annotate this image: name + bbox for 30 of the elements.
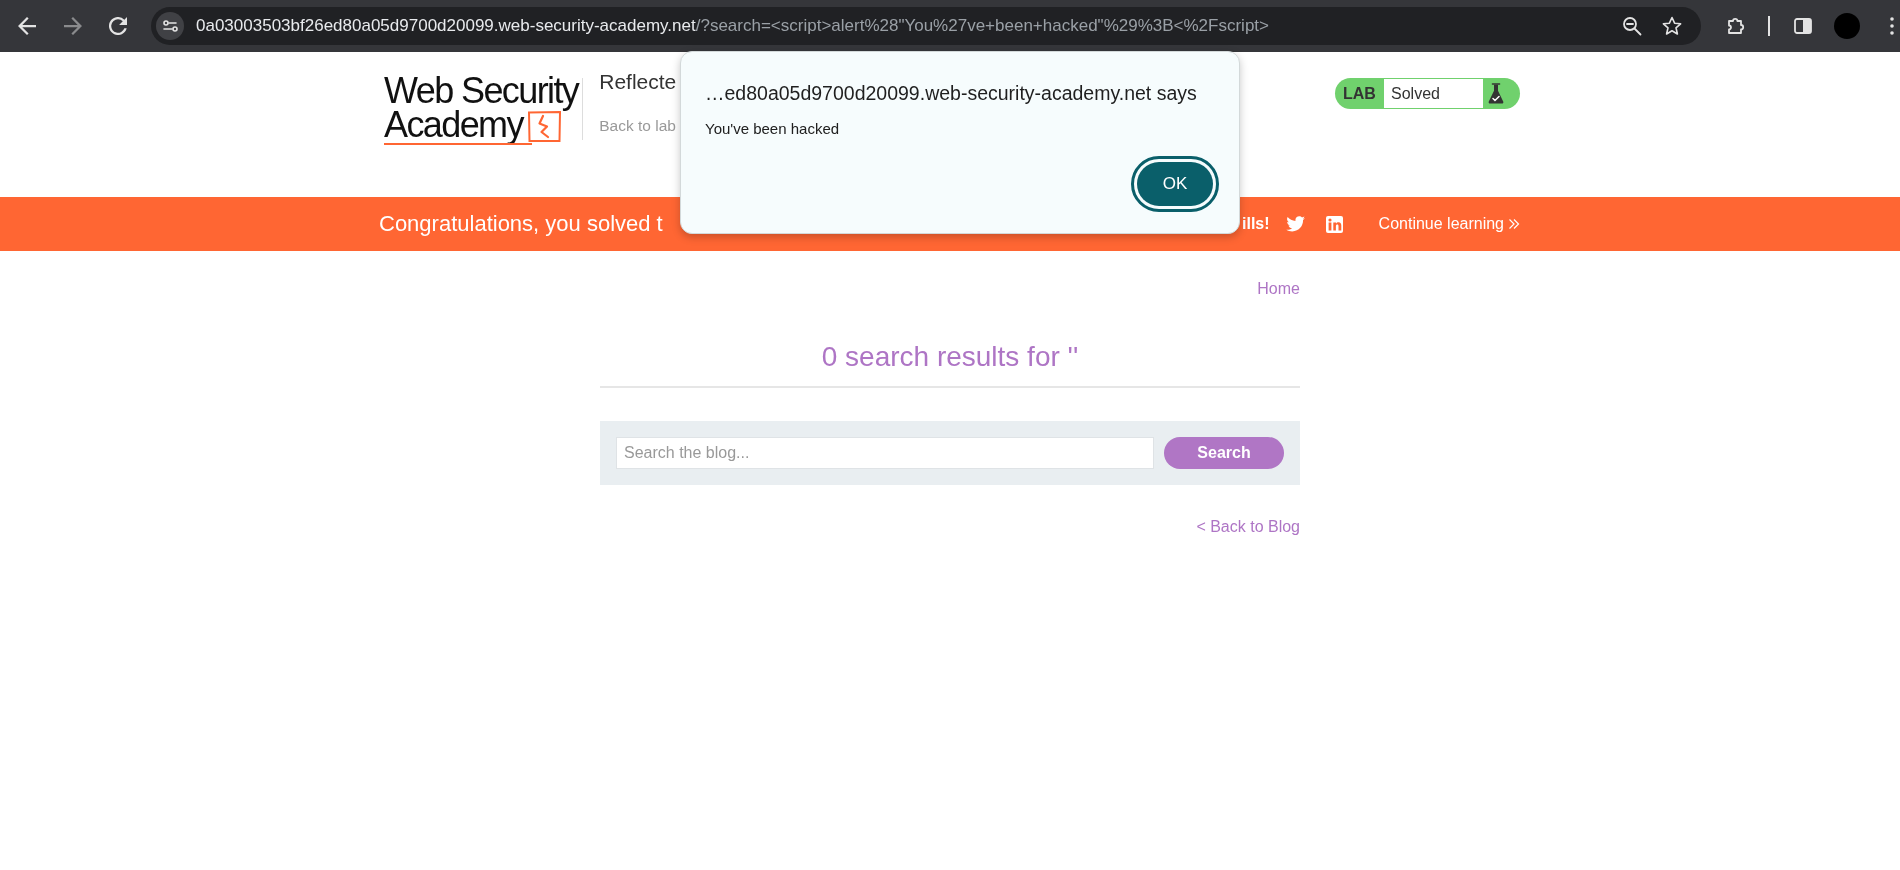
flask-icon [1488,83,1504,104]
bookmark-star-icon[interactable] [1662,16,1682,36]
extensions-icon[interactable] [1726,16,1746,36]
side-panel-icon[interactable] [1793,16,1813,36]
lightning-box-icon [527,111,561,142]
double-chevron-icon [1508,218,1520,230]
site-settings-icon[interactable] [156,12,184,40]
search-button[interactable]: Search [1164,437,1284,469]
search-results-heading: 0 search results for '' [820,340,1080,374]
reload-icon[interactable] [109,17,127,35]
lab-status-text: Solved [1384,79,1483,108]
logo-text: Academy [384,108,523,142]
address-bar[interactable]: 0a03003503bf26ed80a05d9700d20099.web-security-academy.net/?search=<script>alert%28"You%27ve+been+hacked"%29%3B<%2Fscript> [151,7,1701,45]
linkedin-icon[interactable] [1325,215,1343,233]
share-text: ills! [1242,214,1270,234]
lab-title: Reflecte [599,69,677,95]
bird-icon[interactable] [1285,216,1305,232]
dialog-title: …ed80a05d9700d20099.web-security-academy.net says [705,81,1197,105]
back-arrow-icon[interactable] [18,17,36,35]
back-to-blog-link[interactable]: < Back to Blog [1196,517,1300,537]
ok-button[interactable]: OK [1131,156,1219,212]
search-field[interactable]: Search the blog... [616,437,1154,469]
banner-message: Congratulations, you solved t [379,210,663,238]
dialog-message: You've been hacked [705,119,840,139]
back-to-lab-link[interactable]: Back to lab [599,116,676,136]
home-link[interactable]: Home [1257,279,1300,299]
continue-learning-link[interactable]: Continue learning [1378,214,1520,234]
zoom-out-icon[interactable] [1622,16,1642,36]
menu-icon[interactable] [1890,17,1894,35]
lab-badge-label: LAB [1342,83,1377,104]
